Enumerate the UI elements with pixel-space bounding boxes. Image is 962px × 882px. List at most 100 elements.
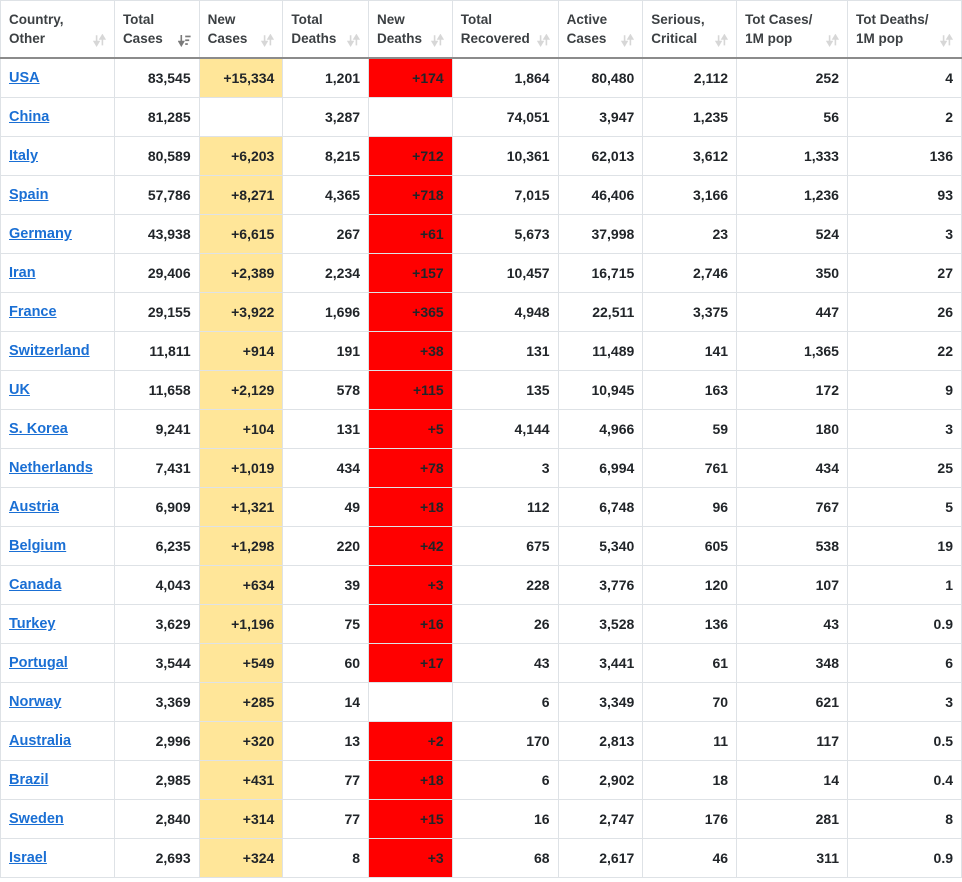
column-header-new_cases[interactable]: New Cases bbox=[198, 0, 284, 59]
column-header-total_deaths[interactable]: Total Deaths bbox=[282, 0, 370, 59]
cell-deaths_per_million: 93 bbox=[846, 174, 962, 215]
cell-cases_per_million: 350 bbox=[736, 252, 848, 293]
cell-total_cases: 57,786 bbox=[113, 174, 200, 215]
country-link[interactable]: Switzerland bbox=[9, 343, 90, 359]
country-cell: Canada bbox=[0, 564, 115, 605]
cell-total_recovered: 4,144 bbox=[451, 408, 559, 449]
country-link[interactable]: UK bbox=[9, 382, 30, 398]
country-link[interactable]: Australia bbox=[9, 733, 71, 749]
cell-deaths_per_million: 136 bbox=[846, 135, 962, 176]
cell-deaths_per_million: 2 bbox=[846, 96, 962, 137]
cell-new_cases: +2,389 bbox=[198, 252, 284, 293]
country-link[interactable]: Iran bbox=[9, 265, 36, 281]
cell-total_recovered: 4,948 bbox=[451, 291, 559, 332]
table-row: Germany 43,938 +6,615 267 +61 5,673 37,998 23 52… bbox=[0, 213, 962, 254]
column-header-label: Tot Deaths/1M pop bbox=[856, 10, 954, 48]
sort-down-icon[interactable] bbox=[177, 34, 191, 48]
country-link[interactable]: S. Korea bbox=[9, 421, 68, 437]
cell-total_deaths: 60 bbox=[282, 642, 370, 683]
cell-total_cases: 3,544 bbox=[113, 642, 200, 683]
sort-both-icon[interactable] bbox=[714, 33, 729, 47]
country-link[interactable]: Sweden bbox=[9, 811, 64, 827]
country-link[interactable]: Austria bbox=[9, 499, 59, 515]
country-link[interactable]: Belgium bbox=[9, 538, 66, 554]
cell-total_cases: 2,996 bbox=[113, 720, 200, 761]
cell-total_cases: 9,241 bbox=[113, 408, 200, 449]
column-header-line1: New bbox=[207, 12, 236, 27]
cell-cases_per_million: 172 bbox=[736, 369, 848, 410]
cell-serious_critical: 1,235 bbox=[642, 96, 738, 137]
sort-both-icon[interactable] bbox=[430, 33, 444, 47]
sort-both-icon[interactable] bbox=[536, 33, 550, 47]
cell-total_deaths: 191 bbox=[282, 330, 370, 371]
covid-statistics-table: Country, Other Total Cases New Cases Total Deat… bbox=[0, 0, 962, 878]
country-link[interactable]: Italy bbox=[9, 148, 38, 164]
country-link[interactable]: Spain bbox=[9, 187, 48, 203]
column-header-line2: Other bbox=[9, 31, 46, 46]
sort-both-icon[interactable] bbox=[825, 33, 840, 47]
column-header-new_deaths[interactable]: New Deaths bbox=[368, 0, 453, 59]
table-row: Norway 3,369 +285 14 6 3,349 70 621 3 bbox=[0, 681, 962, 722]
cell-new_cases: +314 bbox=[198, 798, 284, 839]
table-row: Portugal 3,544 +549 60 +17 43 3,441 61 348 6 bbox=[0, 642, 962, 683]
cell-total_recovered: 10,361 bbox=[451, 135, 559, 176]
cell-deaths_per_million: 27 bbox=[846, 252, 962, 293]
column-header-serious_critical[interactable]: Serious, Critical bbox=[642, 0, 738, 59]
country-link[interactable]: USA bbox=[9, 70, 40, 86]
cell-new_deaths: +365 bbox=[368, 291, 453, 332]
cell-total_recovered: 5,673 bbox=[451, 213, 559, 254]
sort-both-icon[interactable] bbox=[261, 33, 275, 47]
column-header-total_recovered[interactable]: Total Recovered bbox=[451, 0, 559, 59]
column-header-active_cases[interactable]: Active Cases bbox=[557, 0, 644, 59]
cell-serious_critical: 605 bbox=[642, 525, 738, 566]
cell-total_recovered: 131 bbox=[451, 330, 559, 371]
column-header-cases_per_million[interactable]: Tot Cases/1M pop bbox=[736, 0, 848, 59]
country-link[interactable]: Netherlands bbox=[9, 460, 93, 476]
country-link[interactable]: China bbox=[9, 109, 49, 125]
column-header-line2: Recovered bbox=[460, 31, 530, 46]
cell-new_cases: +1,196 bbox=[198, 603, 284, 644]
table-row: USA 83,545 +15,334 1,201 +174 1,864 80,480 2,11… bbox=[0, 57, 962, 98]
cell-total_recovered: 675 bbox=[451, 525, 559, 566]
cell-total_cases: 2,985 bbox=[113, 759, 200, 800]
column-header-label: Active Cases bbox=[567, 10, 635, 48]
cell-total_recovered: 43 bbox=[451, 642, 559, 683]
country-link[interactable]: Germany bbox=[9, 226, 72, 242]
cell-total_deaths: 434 bbox=[282, 447, 370, 488]
country-link[interactable]: Turkey bbox=[9, 616, 55, 632]
sort-both-icon[interactable] bbox=[346, 33, 361, 47]
sort-both-icon[interactable] bbox=[939, 33, 954, 47]
cell-active_cases: 3,441 bbox=[557, 642, 644, 683]
cell-deaths_per_million: 0.4 bbox=[846, 759, 962, 800]
sort-both-icon[interactable] bbox=[621, 33, 635, 47]
column-header-line1: Tot Cases/ bbox=[745, 12, 813, 27]
country-cell: UK bbox=[0, 369, 115, 410]
cell-total_deaths: 267 bbox=[282, 213, 370, 254]
column-header-line2: Cases bbox=[207, 31, 248, 46]
cell-serious_critical: 61 bbox=[642, 642, 738, 683]
cell-deaths_per_million: 3 bbox=[846, 213, 962, 254]
column-header-line2: Deaths bbox=[291, 31, 337, 46]
cell-active_cases: 11,489 bbox=[557, 330, 644, 371]
sort-both-icon[interactable] bbox=[92, 33, 107, 47]
cell-new_cases: +549 bbox=[198, 642, 284, 683]
country-cell: Netherlands bbox=[0, 447, 115, 488]
country-link[interactable]: Norway bbox=[9, 694, 61, 710]
country-link[interactable]: Canada bbox=[9, 577, 61, 593]
country-link[interactable]: Israel bbox=[9, 850, 47, 866]
column-header-total_cases[interactable]: Total Cases bbox=[113, 0, 200, 59]
cell-cases_per_million: 1,236 bbox=[736, 174, 848, 215]
column-header-deaths_per_million[interactable]: Tot Deaths/1M pop bbox=[846, 0, 962, 59]
country-link[interactable]: France bbox=[9, 304, 57, 320]
table-row: Netherlands 7,431 +1,019 434 +78 3 6,994 761 434… bbox=[0, 447, 962, 488]
cell-active_cases: 3,947 bbox=[557, 96, 644, 137]
column-header-label: New Cases bbox=[208, 10, 275, 48]
country-cell: Austria bbox=[0, 486, 115, 527]
country-link[interactable]: Portugal bbox=[9, 655, 68, 671]
column-header-country[interactable]: Country, Other bbox=[0, 0, 115, 59]
country-link[interactable]: Brazil bbox=[9, 772, 49, 788]
cell-new_cases: +285 bbox=[198, 681, 284, 722]
column-header-line2: 1M pop bbox=[745, 31, 793, 46]
country-cell: Switzerland bbox=[0, 330, 115, 371]
cell-active_cases: 2,617 bbox=[557, 837, 644, 878]
